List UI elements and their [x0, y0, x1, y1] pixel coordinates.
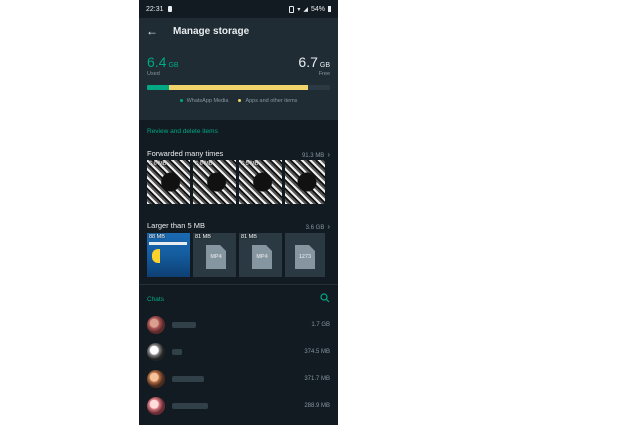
forwarded-thumb[interactable]: 6.5 MB	[239, 160, 282, 204]
signal-icon: ◢	[303, 6, 308, 13]
avatar	[147, 370, 165, 388]
app-bar: ← Manage storage	[139, 18, 338, 44]
file-thumb[interactable]: 81 MB MP4	[193, 233, 236, 277]
legend-whatsapp: WhatsApp Media	[179, 98, 228, 104]
whatsapp-media-bar-segment	[147, 85, 169, 90]
apps-bar-segment	[168, 85, 309, 90]
larger-size: 3.6 GB	[305, 225, 325, 231]
blurred-chat-name	[172, 349, 182, 355]
notification-icon	[167, 6, 172, 12]
wifi-icon: ▾	[297, 6, 301, 13]
chat-size: 288.9 MB	[304, 403, 330, 409]
file-thumb[interactable]: 1273	[285, 233, 325, 277]
search-icon[interactable]	[320, 293, 330, 303]
battery-percent: 54%	[310, 5, 325, 13]
storage-usage-bar	[147, 85, 330, 90]
chat-row[interactable]: 288.9 MB	[147, 394, 330, 418]
larger-row[interactable]: Larger than 5 MB 3.6 GB ›	[147, 216, 330, 234]
battery-icon	[328, 6, 331, 12]
chevron-right-icon: ›	[327, 222, 330, 231]
avatar	[147, 343, 165, 361]
file-thumb[interactable]: 81 MB MP4	[239, 233, 282, 277]
used-storage-value: 6.4 GB	[147, 54, 179, 70]
chat-size: 1.7 GB	[311, 322, 330, 328]
storage-summary: 6.4 GB Used 6.7 GB Free WhatsApp Media App…	[139, 44, 338, 120]
review-section-title: Review and delete items	[147, 128, 218, 135]
used-label: Used	[147, 71, 160, 77]
blurred-chat-name	[172, 376, 204, 382]
forwarded-thumb[interactable]	[285, 160, 325, 204]
avatar	[147, 397, 165, 415]
forwarded-size: 91.3 MB	[301, 153, 325, 159]
free-label: Free	[318, 71, 330, 77]
chats-section-title: Chats	[147, 296, 164, 303]
video-thumb[interactable]: 88 MB	[147, 233, 190, 277]
mp4-file-icon: MP4	[206, 245, 226, 269]
divider	[139, 284, 338, 285]
phone-screen: 22:31 ▾ ◢ 54% ← Manage storage 6.4 GB Use…	[139, 0, 338, 425]
vibrate-icon	[289, 5, 295, 13]
forwarded-thumb[interactable]: 6.6 MB	[193, 160, 236, 204]
file-icon: 1273	[295, 245, 315, 269]
larger-label: Larger than 5 MB	[147, 220, 205, 230]
forwarded-thumb[interactable]: 6.6 MB	[147, 160, 190, 204]
mp4-file-icon: MP4	[252, 245, 272, 269]
larger-thumbnails: 88 MB 81 MB MP4 81 MB MP4 1273	[147, 233, 325, 277]
status-time: 22:31	[146, 5, 164, 13]
status-bar: 22:31 ▾ ◢ 54%	[139, 0, 338, 18]
chevron-right-icon: ›	[327, 150, 330, 159]
chat-size: 371.7 MB	[304, 376, 330, 382]
chat-row[interactable]: 1.7 GB	[147, 313, 330, 337]
chat-row[interactable]: 371.7 MB	[147, 367, 330, 391]
chat-size: 374.5 MB	[304, 349, 330, 355]
avatar	[147, 316, 165, 334]
page-title: Manage storage	[173, 25, 250, 37]
blurred-chat-name	[172, 322, 196, 328]
legend-apps: Apps and other items	[238, 98, 297, 104]
chat-row[interactable]: 374.5 MB	[147, 340, 330, 364]
free-storage-value: 6.7 GB	[298, 54, 330, 70]
storage-legend: WhatsApp Media Apps and other items	[139, 98, 338, 104]
blurred-chat-name	[172, 403, 208, 409]
forwarded-label: Forwarded many times	[147, 148, 224, 158]
back-arrow-icon[interactable]: ←	[139, 24, 165, 38]
forwarded-thumbnails: 6.6 MB 6.6 MB 6.5 MB	[147, 160, 325, 204]
